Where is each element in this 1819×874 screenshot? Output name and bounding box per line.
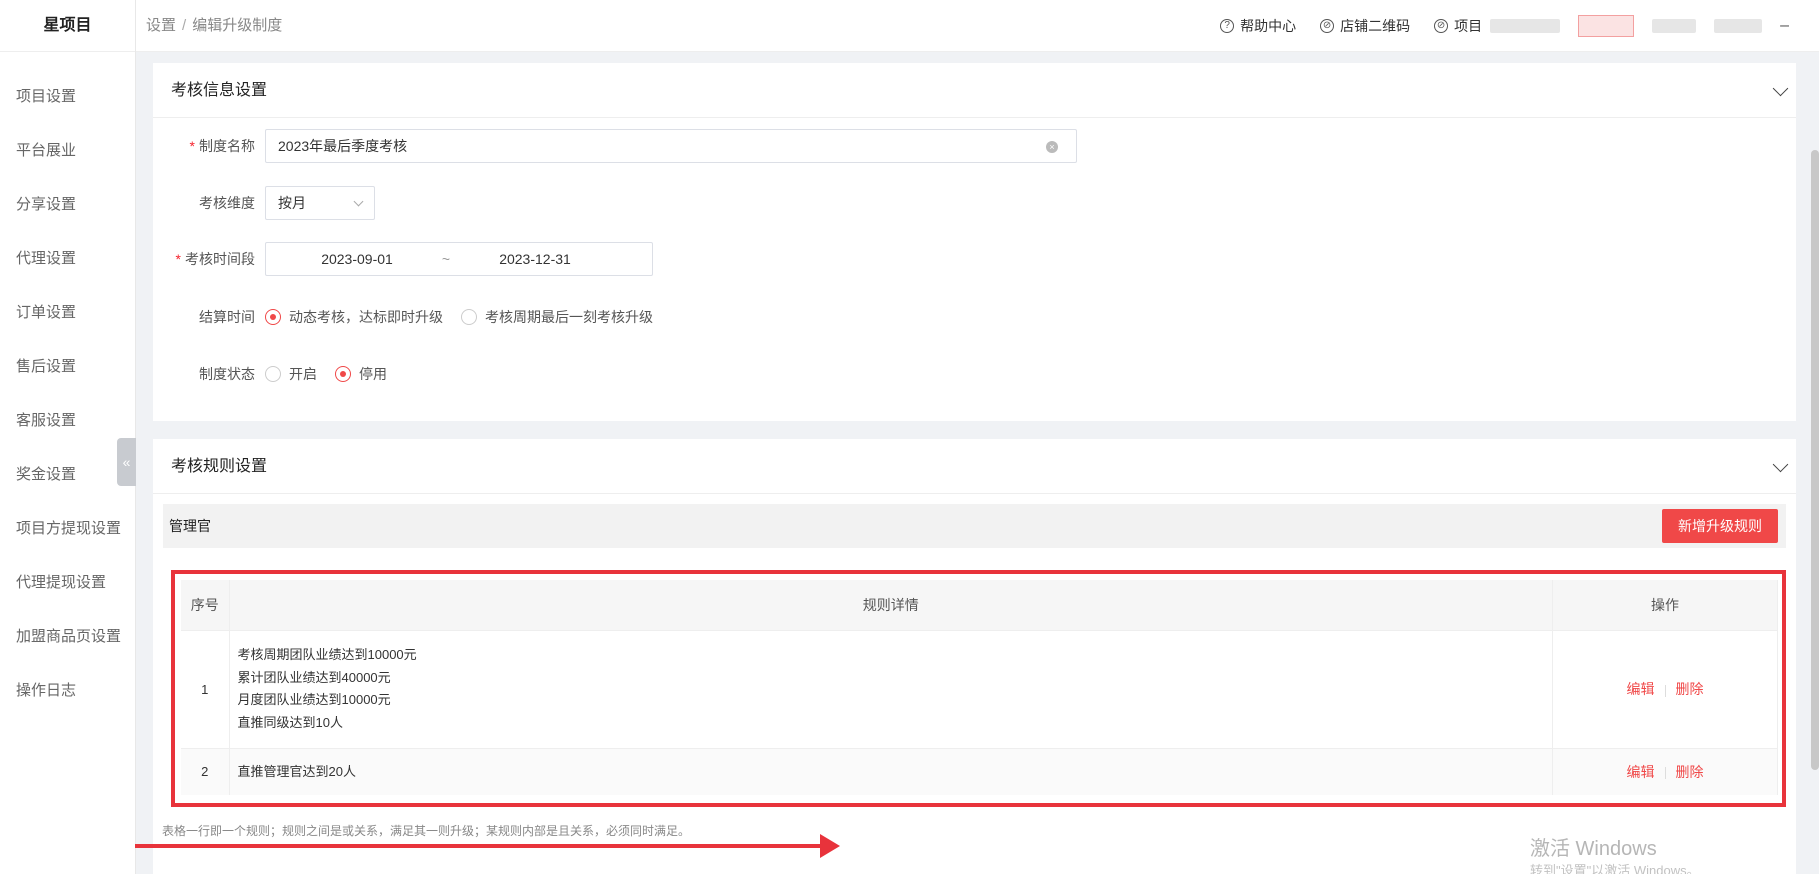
rule-condition: 月度团队业绩达到10000元	[237, 692, 391, 707]
period-start[interactable]: 2023-09-01	[278, 243, 436, 275]
sidebar-item-project-settings[interactable]: 项目设置	[0, 70, 135, 124]
column-header-details: 规则详情	[229, 580, 1553, 630]
table-header-row: 序号 规则详情 操作	[181, 580, 1778, 630]
redacted-info	[1490, 19, 1561, 33]
annotation-arrow-line	[135, 844, 825, 848]
status-label: 制度状态	[199, 366, 255, 382]
settle-row: 结算时间 动态考核，达标即时升级 考核周期最后一刻考核升级	[153, 300, 671, 334]
annotation-arrow-head	[820, 834, 840, 858]
column-header-index: 序号	[181, 580, 230, 630]
sidebar-item-agent-withdraw-settings[interactable]: 代理提现设置	[0, 556, 135, 610]
sidebar-item-agent-settings[interactable]: 代理设置	[0, 232, 135, 286]
dimension-select[interactable]: 按月	[265, 186, 375, 220]
redacted-user	[1652, 19, 1697, 33]
project-link[interactable]: ⊘ 项目	[1434, 16, 1482, 36]
sidebar-menu: 项目设置 平台展业 分享设置 代理设置 订单设置 售后设置 客服设置 奖金设置 …	[0, 52, 135, 718]
top-header: 设置 / 编辑升级制度 ? 帮助中心 ⊘ 店铺二维码 ⊘ 项目 –	[136, 0, 1819, 52]
redacted-user-extra	[1714, 19, 1763, 33]
settle-radio-end-of-period[interactable]: 考核周期最后一刻考核升级	[461, 307, 653, 327]
header-actions: ? 帮助中心 ⊘ 店铺二维码 ⊘ 项目 –	[1220, 0, 1819, 52]
chevron-down-icon	[353, 196, 364, 207]
breadcrumb-settings[interactable]: 设置	[146, 17, 176, 34]
sidebar: 星项目 项目设置 平台展业 分享设置 代理设置 订单设置 售后设置 客服设置 奖…	[0, 0, 136, 874]
delete-link[interactable]: 删除	[1676, 681, 1704, 697]
status-radio-enabled[interactable]: 开启	[265, 364, 317, 384]
sidebar-item-service-settings[interactable]: 客服设置	[0, 394, 135, 448]
assessment-rules-title: 考核规则设置	[153, 439, 1796, 494]
rule-condition: 直推管理官达到20人	[237, 763, 356, 779]
role-bar: 管理官 新增升级规则	[163, 504, 1786, 548]
sidebar-item-share-settings[interactable]: 分享设置	[0, 178, 135, 232]
breadcrumb: 设置 / 编辑升级制度	[146, 0, 282, 52]
settle-radio-group: 动态考核，达标即时升级 考核周期最后一刻考核升级	[265, 307, 671, 327]
highlight-box: 序号 规则详情 操作 1 考核周期团队业绩达到10000元 累计团队业绩达到40…	[171, 570, 1786, 807]
redacted-badge	[1578, 15, 1635, 37]
help-center-link[interactable]: ? 帮助中心	[1220, 16, 1296, 36]
rules-note: 表格一行即一个规则；规则之间是或关系，满足其一则升级；某规则内部是且关系，必须同…	[162, 824, 691, 838]
project-link-label: 项目	[1454, 18, 1483, 34]
breadcrumb-current: 编辑升级制度	[192, 17, 283, 34]
row-index: 2	[181, 747, 230, 795]
status-row: 制度状态 开启 停用	[153, 357, 405, 391]
settle-label: 结算时间	[199, 309, 255, 325]
link-icon: ⊘	[1320, 19, 1335, 33]
row-actions: 编辑 删除	[1552, 629, 1778, 748]
rule-condition: 考核周期团队业绩达到10000元	[237, 647, 417, 662]
add-upgrade-rule-button[interactable]: 新增升级规则	[1662, 509, 1778, 543]
rules-table: 序号 规则详情 操作 1 考核周期团队业绩达到10000元 累计团队业绩达到40…	[181, 580, 1778, 795]
dimension-row: 考核维度 按月	[153, 186, 375, 220]
clear-icon[interactable]: ×	[1046, 141, 1058, 153]
breadcrumb-separator: /	[182, 17, 187, 34]
edit-link[interactable]: 编辑	[1627, 764, 1655, 780]
link-icon: ⊘	[1434, 19, 1449, 33]
name-row: * 制度名称 2023年最后季度考核 ×	[153, 129, 1077, 163]
help-icon: ?	[1220, 19, 1235, 33]
help-center-label: 帮助中心	[1240, 18, 1297, 34]
row-index: 1	[181, 629, 230, 748]
period-label: * 考核时间段	[175, 251, 255, 267]
app-logo: 星项目	[0, 0, 135, 52]
table-row: 2 直推管理官达到20人 编辑 删除	[181, 747, 1778, 795]
sidebar-collapse-button[interactable]: «	[117, 438, 136, 486]
activation-watermark: 激活 Windows	[1530, 838, 1657, 860]
sidebar-item-operation-log[interactable]: 操作日志	[0, 664, 135, 718]
row-actions: 编辑 删除	[1552, 747, 1778, 795]
column-header-actions: 操作	[1552, 580, 1778, 630]
role-name: 管理官	[169, 518, 211, 534]
table-row: 1 考核周期团队业绩达到10000元 累计团队业绩达到40000元 月度团队业绩…	[181, 629, 1778, 748]
assessment-info-title: 考核信息设置	[153, 63, 1796, 118]
settle-radio-dynamic[interactable]: 动态考核，达标即时升级	[265, 307, 443, 327]
sidebar-item-platform-business[interactable]: 平台展业	[0, 124, 135, 178]
sidebar-item-project-withdraw-settings[interactable]: 项目方提现设置	[0, 502, 135, 556]
rule-condition: 累计团队业绩达到40000元	[237, 669, 391, 685]
edit-link[interactable]: 编辑	[1627, 681, 1655, 697]
period-row: * 考核时间段 2023-09-01 ~ 2023-12-31	[153, 242, 653, 276]
shop-qrcode-link[interactable]: ⊘ 店铺二维码	[1320, 16, 1410, 36]
name-input[interactable]: 2023年最后季度考核 ×	[265, 129, 1077, 163]
period-date-range[interactable]: 2023-09-01 ~ 2023-12-31	[265, 242, 653, 276]
rule-details: 直推管理官达到20人	[229, 747, 1553, 795]
sidebar-item-bonus-settings[interactable]: 奖金设置	[0, 448, 135, 502]
status-radio-disabled[interactable]: 停用	[335, 364, 387, 384]
period-separator: ~	[441, 251, 451, 267]
delete-link[interactable]: 删除	[1676, 764, 1704, 780]
page-scrollbar[interactable]	[1811, 150, 1819, 770]
minimize-icon[interactable]: –	[1780, 17, 1789, 35]
activation-watermark-hint: 转到"设置"以激活 Windows。	[1530, 863, 1700, 874]
status-radio-group: 开启 停用	[265, 364, 405, 384]
name-label: * 制度名称	[189, 138, 255, 154]
rule-condition: 直推同级达到10人	[237, 714, 343, 730]
assessment-info-card: 考核信息设置 * 制度名称 2023年最后季度考核 × 考核维度 按月 * 考核时间…	[153, 63, 1796, 421]
sidebar-item-order-settings[interactable]: 订单设置	[0, 286, 135, 340]
sidebar-item-aftersale-settings[interactable]: 售后设置	[0, 340, 135, 394]
period-end[interactable]: 2023-12-31	[456, 243, 614, 275]
assessment-rules-card: 考核规则设置 管理官 新增升级规则 序号 规则详情 操作 1 考核周期团队业绩达…	[153, 439, 1796, 874]
rule-details: 考核周期团队业绩达到10000元 累计团队业绩达到40000元 月度团队业绩达到…	[229, 629, 1553, 748]
sidebar-item-franchise-page-settings[interactable]: 加盟商品页设置	[0, 610, 135, 664]
shop-qrcode-label: 店铺二维码	[1340, 18, 1411, 34]
dimension-label: 考核维度	[199, 195, 255, 211]
